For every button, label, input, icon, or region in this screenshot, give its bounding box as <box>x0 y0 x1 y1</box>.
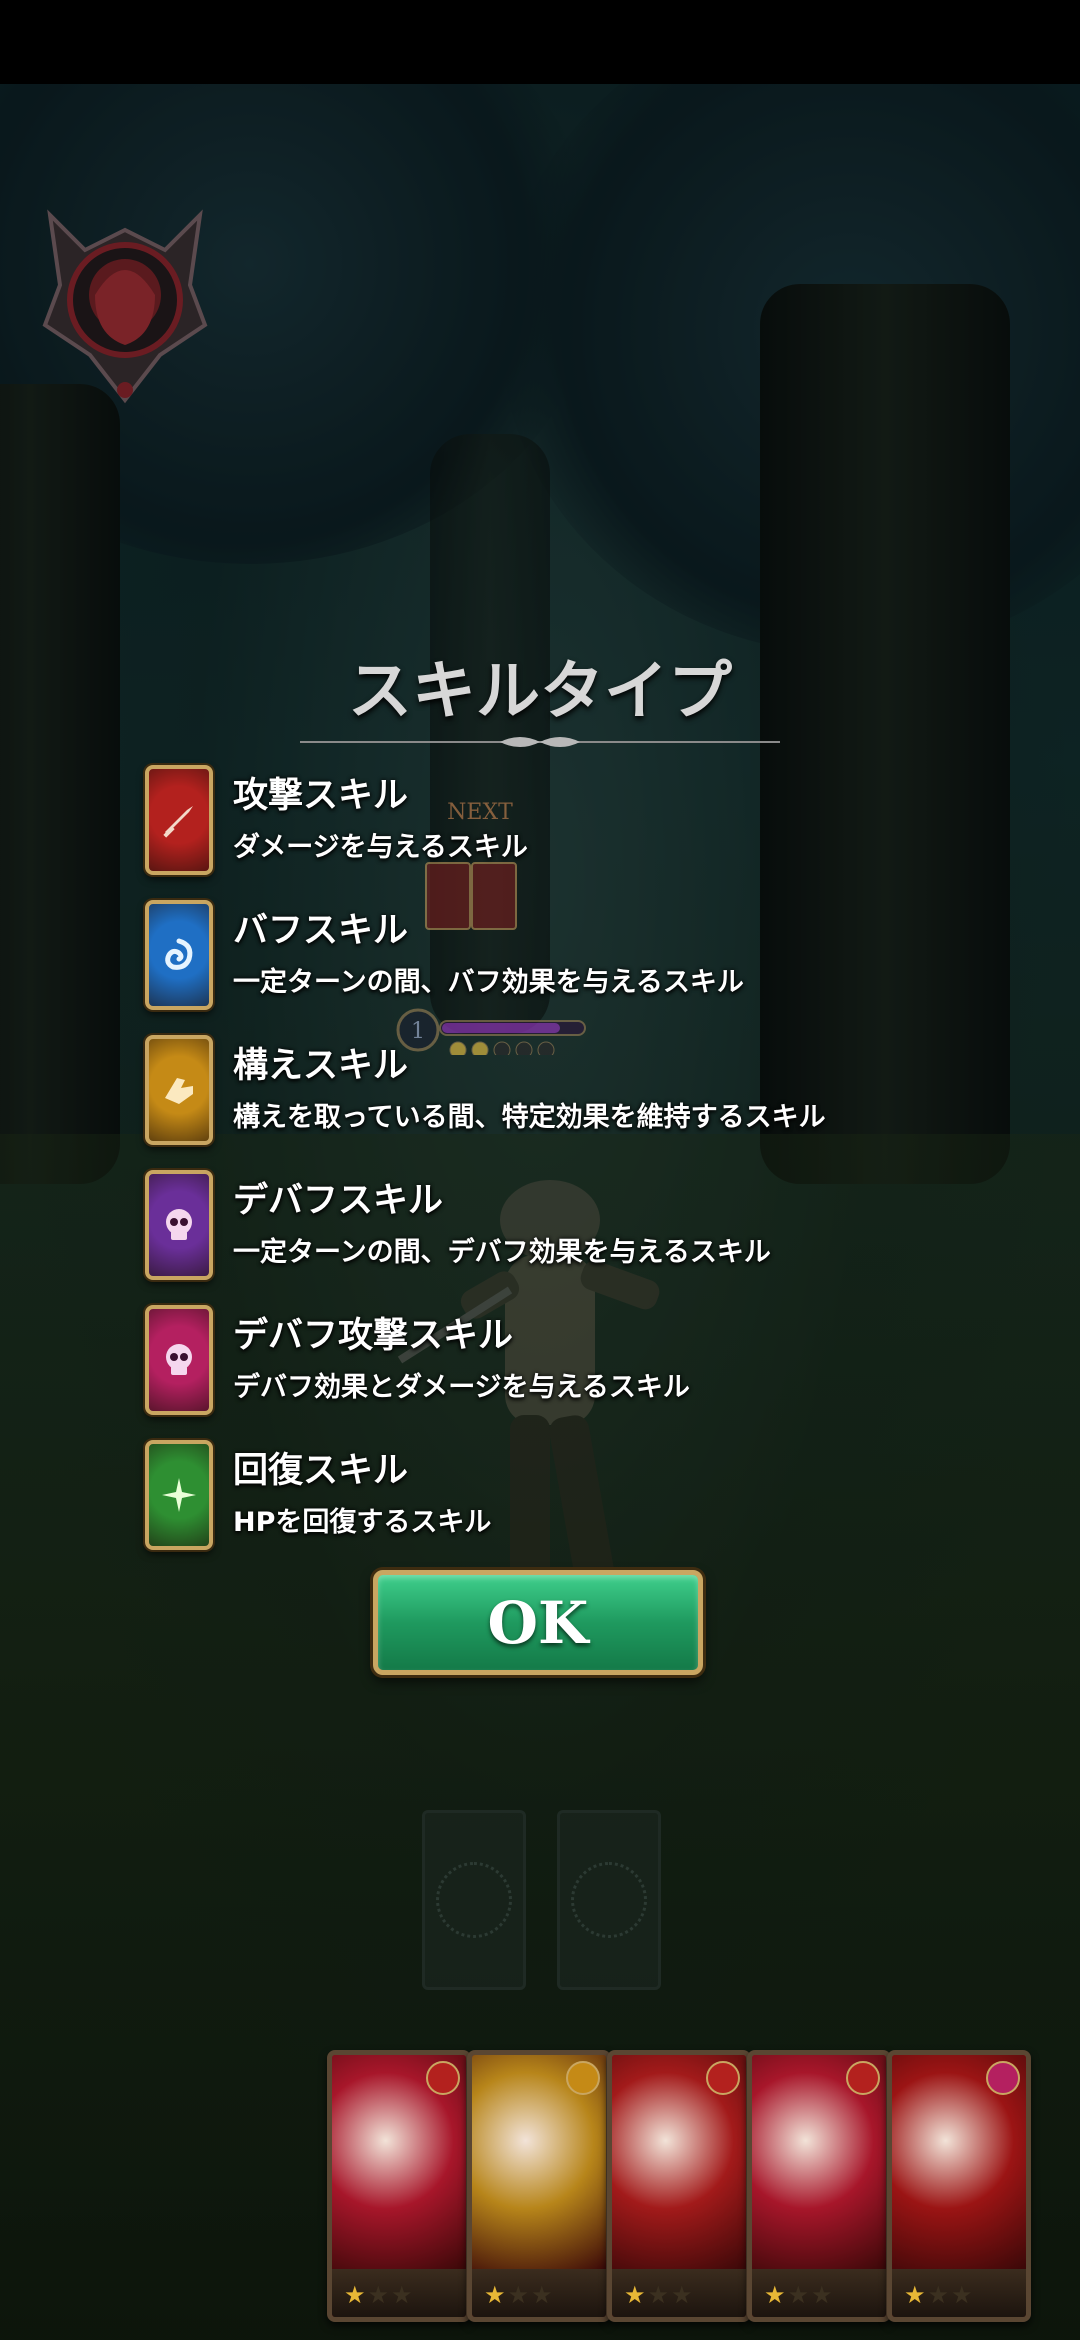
skill-type-card <box>145 765 213 875</box>
star-icon: ★ <box>507 2281 532 2309</box>
card-rank-footer: ★★★ <box>612 2269 746 2317</box>
buff-swirl-icon <box>165 938 193 970</box>
title-divider <box>300 737 780 747</box>
skill-type-card <box>145 1305 213 1415</box>
hand-card-attack[interactable]: ★★★ <box>747 2050 891 2322</box>
star-icon: ★ <box>367 2281 392 2309</box>
star-icon: ★ <box>484 2281 508 2309</box>
page-title: スキルタイプ <box>348 655 732 729</box>
skill-type-description: デバフ効果とダメージを与えるスキル <box>233 1372 690 1403</box>
card-slot[interactable] <box>557 1810 661 1990</box>
card-rank-footer: ★★★ <box>472 2269 606 2317</box>
slot-ring-icon <box>436 1862 512 1938</box>
star-icon: ★ <box>787 2281 812 2309</box>
hand-card-debuff-attack[interactable]: ★★★ <box>887 2050 1031 2322</box>
star-icon: ★ <box>531 2281 555 2309</box>
skill-card-hand: ★★★ ★★★ ★★★ ★★★ ★★★ <box>327 2050 1031 2330</box>
rank-stars: ★★★ <box>344 2281 415 2309</box>
skill-type-badge-icon <box>706 2061 740 2095</box>
skill-type-name: 回復スキル <box>233 1451 409 1491</box>
skill-type-description: 構えを取っている間、特定効果を維持するスキル <box>233 1102 826 1133</box>
star-icon: ★ <box>647 2281 672 2309</box>
star-icon: ★ <box>904 2281 928 2309</box>
skill-type-card <box>145 1170 213 1280</box>
hand-card-attack[interactable]: ★★★ <box>327 2050 471 2322</box>
star-icon: ★ <box>344 2281 368 2309</box>
skill-type-name: デバフスキル <box>233 1181 444 1221</box>
star-icon: ★ <box>811 2281 835 2309</box>
skill-type-row: デバフ攻撃スキルデバフ効果とダメージを与えるスキル <box>145 1305 1045 1423</box>
skill-type-row: 構えスキル構えを取っている間、特定効果を維持するスキル <box>145 1035 1045 1153</box>
skill-type-row: 攻撃スキルダメージを与えるスキル <box>145 765 1045 883</box>
skill-type-name: 攻撃スキル <box>233 776 409 816</box>
skill-type-card <box>145 1440 213 1550</box>
skill-type-badge-icon <box>426 2061 460 2095</box>
card-rank-footer: ★★★ <box>752 2269 886 2317</box>
skill-type-badge-icon <box>846 2061 880 2095</box>
skull-icon <box>166 1209 192 1240</box>
rank-stars: ★★★ <box>624 2281 695 2309</box>
rank-stars: ★★★ <box>484 2281 555 2309</box>
status-bar <box>0 0 1080 84</box>
star-icon: ★ <box>764 2281 788 2309</box>
star-icon: ★ <box>927 2281 952 2309</box>
hand-card-stance[interactable]: ★★★ <box>467 2050 611 2322</box>
star-icon: ★ <box>624 2281 648 2309</box>
skill-type-name: デバフ攻撃スキル <box>233 1316 514 1356</box>
skill-type-row: バフスキル一定ターンの間、バフ効果を与えるスキル <box>145 900 1045 1018</box>
ok-button[interactable]: OK <box>373 1570 703 1675</box>
card-rank-footer: ★★★ <box>332 2269 466 2317</box>
sword-icon <box>163 806 193 838</box>
card-slot[interactable] <box>422 1810 526 1990</box>
star-icon: ★ <box>951 2281 975 2309</box>
hand-card-attack[interactable]: ★★★ <box>607 2050 751 2322</box>
stance-hand-icon <box>165 1078 193 1104</box>
skill-type-badge-icon <box>566 2061 600 2095</box>
skill-type-description: ダメージを与えるスキル <box>233 832 528 863</box>
rank-stars: ★★★ <box>904 2281 975 2309</box>
skill-type-card <box>145 900 213 1010</box>
skill-type-name: バフスキル <box>233 911 409 951</box>
skill-type-card <box>145 1035 213 1145</box>
character-portrait-emblem[interactable] <box>30 195 220 405</box>
card-rank-footer: ★★★ <box>892 2269 1026 2317</box>
skill-type-name: 構えスキル <box>233 1046 409 1086</box>
skill-type-description: 一定ターンの間、デバフ効果を与えるスキル <box>233 1237 771 1268</box>
skill-type-description: 一定ターンの間、バフ効果を与えるスキル <box>233 967 744 998</box>
skill-type-description: HPを回復するスキル <box>233 1507 492 1538</box>
star-icon: ★ <box>391 2281 415 2309</box>
skill-type-badge-icon <box>986 2061 1020 2095</box>
star-icon: ★ <box>671 2281 695 2309</box>
slot-ring-icon <box>571 1862 647 1938</box>
skill-type-row: 回復スキル HPを回復するスキル <box>145 1440 1045 1558</box>
rank-stars: ★★★ <box>764 2281 835 2309</box>
skull-icon <box>166 1344 192 1375</box>
sparkle-icon <box>162 1478 196 1512</box>
skill-type-row: デバフスキル一定ターンの間、デバフ効果を与えるスキル <box>145 1170 1045 1288</box>
